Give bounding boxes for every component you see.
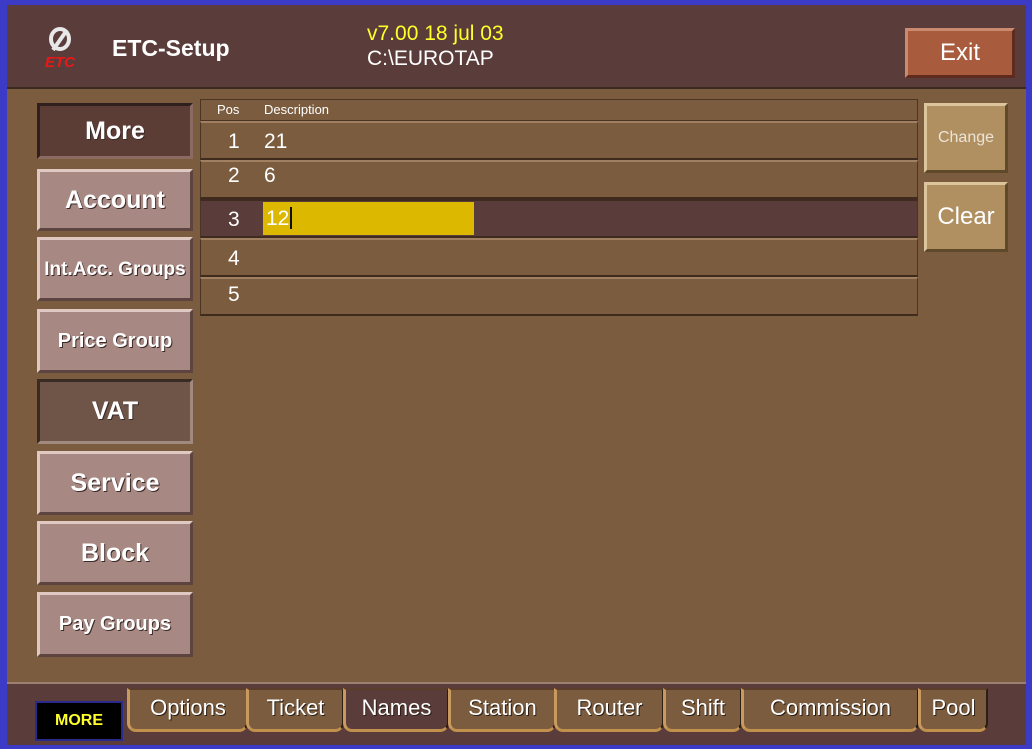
exit-button[interactable]: Exit — [905, 28, 1015, 78]
etc-logo-icon: ETC — [45, 27, 76, 71]
row-description: 21 — [264, 130, 288, 153]
tab-options[interactable]: Options — [127, 688, 248, 732]
column-header-description: Description — [264, 102, 330, 117]
sidebar-item-block[interactable]: Block — [37, 521, 193, 585]
table-row[interactable]: 4 — [200, 238, 918, 277]
tab-commission[interactable]: Commission — [741, 688, 919, 732]
change-button[interactable]: Change — [924, 103, 1008, 173]
more-tab[interactable]: MORE — [35, 701, 123, 741]
table-row[interactable]: 5 — [200, 277, 918, 316]
svg-text:ETC: ETC — [45, 54, 76, 71]
sidebar-item-pay-groups[interactable]: Pay Groups — [37, 592, 193, 657]
tab-router[interactable]: Router — [554, 688, 664, 732]
description-edit-field[interactable]: 12 — [263, 202, 474, 235]
row-pos: 1 — [228, 130, 240, 153]
tab-shift[interactable]: Shift — [663, 688, 742, 732]
tab-pool[interactable]: Pool — [918, 688, 988, 732]
row-pos: 4 — [228, 247, 240, 270]
row-pos: 5 — [228, 283, 240, 306]
table-row-selected[interactable]: 3 12 — [200, 199, 918, 238]
edit-field-value: 12 — [266, 207, 290, 230]
main-panel: More Account Int.Acc. Groups Price Group… — [7, 87, 1026, 682]
app-title: ETC-Setup — [112, 35, 230, 61]
clear-button[interactable]: Clear — [924, 182, 1008, 252]
row-pos: 3 — [228, 208, 240, 231]
path-label: C:\EUROTAP — [367, 47, 494, 70]
positions-table: Pos Description 1 21 2 6 3 12 4 5 — [200, 99, 918, 327]
table-row[interactable]: 2 6 — [200, 160, 918, 199]
app-window: ETC ETC-Setup v7.00 18 jul 03 C:\EUROTAP… — [7, 5, 1026, 745]
sidebar-item-more[interactable]: More — [37, 103, 193, 159]
sidebar-item-service[interactable]: Service — [37, 451, 193, 515]
sidebar-item-account[interactable]: Account — [37, 169, 193, 231]
sidebar-item-price-group[interactable]: Price Group — [37, 309, 193, 373]
sidebar-item-vat[interactable]: VAT — [37, 379, 193, 444]
tab-station[interactable]: Station — [448, 688, 556, 732]
bottom-tab-bar: MORE Options Ticket Names Station Router… — [7, 682, 1026, 745]
tab-ticket[interactable]: Ticket — [246, 688, 344, 732]
table-header: Pos Description — [200, 99, 918, 121]
table-row[interactable]: 1 21 — [200, 121, 918, 160]
text-caret — [290, 207, 293, 229]
sidebar-item-int-acc-groups[interactable]: Int.Acc. Groups — [37, 237, 193, 301]
row-description: 6 — [264, 164, 276, 187]
tab-names[interactable]: Names — [343, 688, 449, 732]
version-label: v7.00 18 jul 03 — [367, 22, 504, 45]
column-header-pos: Pos — [217, 102, 240, 117]
header: ETC ETC-Setup v7.00 18 jul 03 C:\EUROTAP… — [7, 5, 1026, 87]
row-pos: 2 — [228, 164, 240, 187]
